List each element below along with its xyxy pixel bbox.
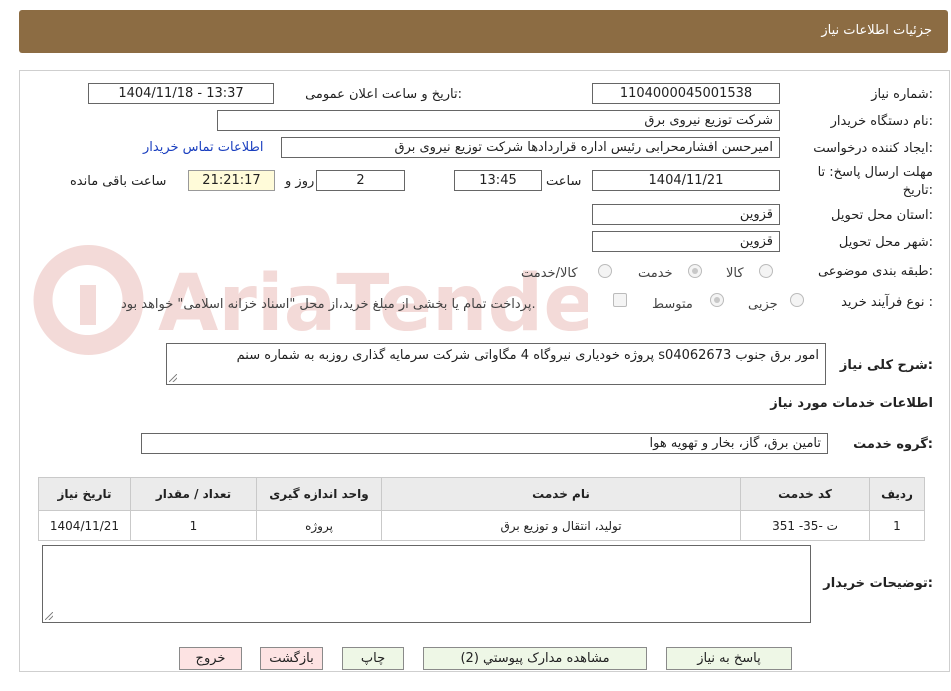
table-row: 1 ت -35- 351 تولید، انتقال و توزیع برق پ… — [38, 510, 925, 541]
services-section-title: اطلاعات خدمات مورد نیاز — [770, 396, 933, 411]
resize-grip-icon[interactable] — [169, 374, 177, 382]
deadline-label: مهلت ارسال پاسخ: تا — [817, 165, 933, 180]
category-goods-service-radio[interactable] — [598, 264, 612, 278]
col-header: کد خدمت — [740, 477, 870, 511]
city-field: قزوین — [592, 231, 780, 252]
process-minor-radio[interactable] — [790, 293, 804, 307]
announce-field: 1404/11/18 - 13:37 — [88, 83, 274, 104]
category-label: طبقه بندی موضوعی: — [817, 264, 933, 279]
cell-quantity: 1 — [130, 510, 257, 541]
payment-note: پرداخت تمام یا بخشی از مبلغ خرید،از محل … — [121, 297, 536, 312]
city-label: شهر محل تحویل: — [838, 235, 933, 250]
need-number-label: شماره نیاز: — [871, 87, 933, 102]
col-header: واحد اندازه گیری — [256, 477, 382, 511]
cell-service-code: ت -35- 351 — [740, 510, 870, 541]
remaining-label: ساعت باقی مانده — [70, 174, 167, 189]
page-header: جزئیات اطلاعات نیاز — [19, 10, 948, 53]
creator-label: ایجاد کننده درخواست: — [813, 141, 933, 156]
need-number-field: 1104000045001538 — [592, 83, 780, 104]
service-group-label: گروه خدمت: — [853, 437, 933, 452]
buyer-contact-link[interactable]: اطلاعات تماس خریدار — [143, 140, 263, 155]
treasury-checkbox[interactable] — [613, 293, 627, 307]
process-medium-radio[interactable] — [710, 293, 724, 307]
deadline-date-field: 1404/11/21 — [592, 170, 780, 191]
province-field: قزوین — [592, 204, 780, 225]
deadline-time-label: ساعت — [546, 174, 582, 189]
cell-unit: پروژه — [256, 510, 382, 541]
exit-button[interactable]: خروج — [179, 647, 242, 670]
col-header: تاریخ نیاز — [38, 477, 131, 511]
deadline-label-2: تاریخ: — [902, 183, 933, 198]
process-medium-label: متوسط — [652, 297, 693, 312]
buyer-notes-label: توضیحات خریدار: — [823, 576, 933, 591]
summary-textarea[interactable]: پروژه خودیاری نیروگاه 4 مگاواتی شرکت سرم… — [166, 343, 826, 385]
category-service-radio[interactable] — [688, 264, 702, 278]
services-table: ردیف کد خدمت نام خدمت واحد اندازه گیری ت… — [38, 477, 925, 541]
service-group-field: تامین برق، گاز، بخار و تهویه هوا — [141, 433, 828, 454]
category-goods-service-label: کالا/خدمت — [521, 266, 578, 281]
cell-need-date: 1404/11/21 — [38, 510, 131, 541]
category-goods-radio[interactable] — [759, 264, 773, 278]
buyer-org-label: نام دستگاه خریدار: — [830, 114, 933, 129]
back-button[interactable]: بازگشت — [260, 647, 323, 670]
cell-service-name: تولید، انتقال و توزیع برق — [381, 510, 741, 541]
days-label: روز و — [285, 174, 315, 189]
creator-field: امیرحسن افشارمحرابی رئیس اداره قراردادها… — [281, 137, 780, 158]
summary-label: شرح کلی نیاز: — [839, 358, 933, 373]
category-goods-label: کالا — [726, 266, 744, 281]
cell-row-number: 1 — [869, 510, 925, 541]
remaining-time-field: 21:21:17 — [188, 170, 275, 191]
province-label: استان محل تحویل: — [831, 208, 933, 223]
table-header-row: ردیف کد خدمت نام خدمت واحد اندازه گیری ت… — [38, 477, 925, 511]
print-button[interactable]: چاپ — [342, 647, 404, 670]
process-label: نوع فرآیند خرید : — [841, 295, 933, 310]
reply-button[interactable]: پاسخ به نیاز — [666, 647, 792, 670]
resize-grip-icon[interactable] — [45, 612, 53, 620]
col-header: تعداد / مقدار — [130, 477, 257, 511]
col-header: ردیف — [869, 477, 925, 511]
deadline-time-field: 13:45 — [454, 170, 542, 191]
announce-label: تاریخ و ساعت اعلان عمومی: — [305, 87, 462, 102]
col-header: نام خدمت — [381, 477, 741, 511]
buyer-org-field: شرکت توزیع نیروی برق — [217, 110, 780, 131]
summary-text: پروژه خودیاری نیروگاه 4 مگاواتی شرکت سرم… — [236, 348, 819, 363]
days-field: 2 — [316, 170, 405, 191]
category-service-label: خدمت — [638, 266, 673, 281]
page-title: جزئیات اطلاعات نیاز — [821, 23, 932, 38]
process-minor-label: جزیی — [748, 297, 778, 312]
attachments-button[interactable]: مشاهده مدارک پیوستي (2) — [423, 647, 647, 670]
buyer-notes-textarea[interactable] — [42, 545, 811, 623]
